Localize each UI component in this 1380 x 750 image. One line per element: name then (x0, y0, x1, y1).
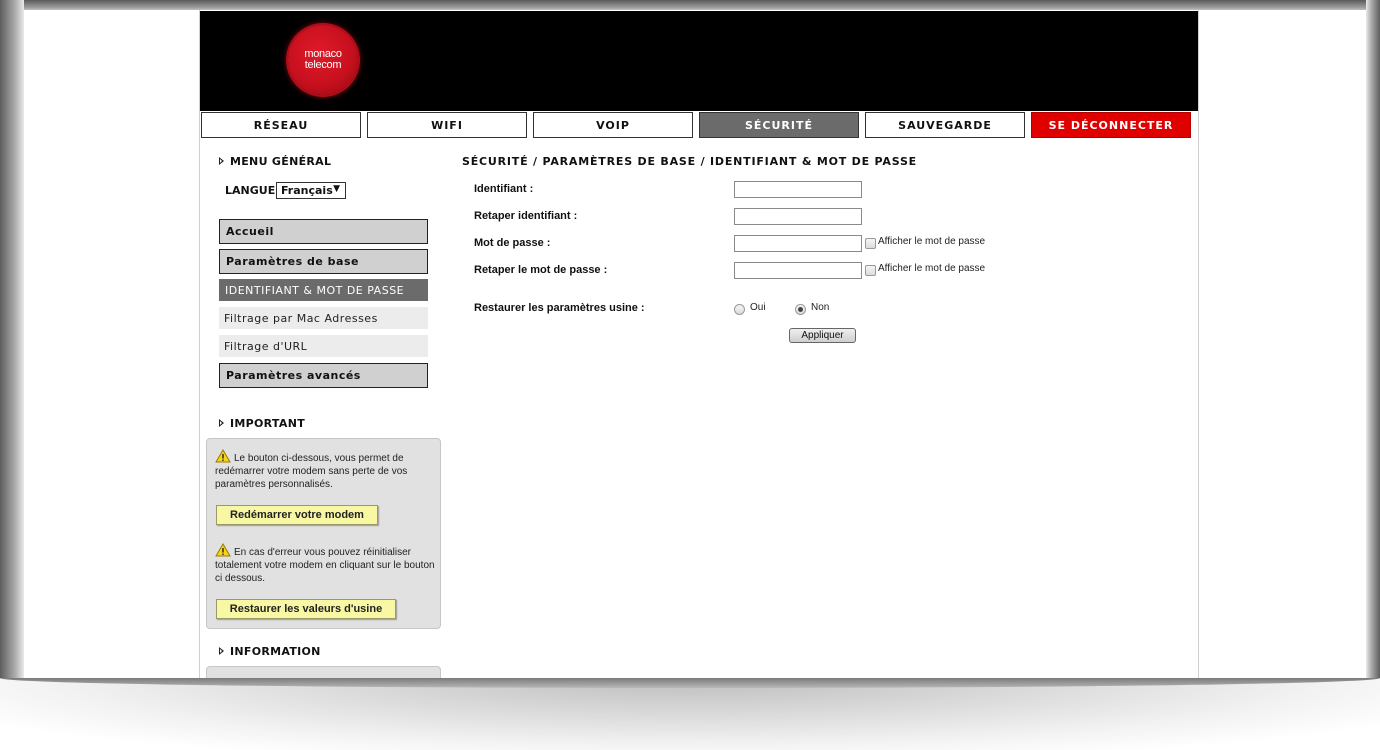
menu-general-heading: MENU GÉNÉRAL (219, 155, 331, 168)
identifiant-input[interactable] (734, 181, 862, 198)
retaper-password-input[interactable] (734, 262, 862, 279)
show-password-checkbox[interactable] (865, 238, 876, 249)
factory-info-text: En cas d'erreur vous pouvez réinitialise… (215, 547, 435, 584)
sidebar-item-parametres-avances[interactable]: Paramètres avancés (219, 363, 428, 388)
warning-icon (215, 449, 231, 463)
restart-info-text: Le bouton ci-dessous, vous permet de red… (215, 453, 408, 490)
sidebar-item-identifiant-mot-de-passe[interactable]: IDENTIFIANT & MOT DE PASSE (219, 279, 428, 301)
restart-info: Le bouton ci-dessous, vous permet de red… (215, 449, 435, 491)
logo-text-line2: telecom (304, 59, 342, 71)
router-admin-page: monaco telecom RÉSEAU WIFI VOIP SÉCURITÉ… (199, 10, 1199, 678)
language-select-value: Français (281, 184, 333, 197)
menu-general-title: MENU GÉNÉRAL (230, 155, 332, 168)
sidebar-item-filtrage-url[interactable]: Filtrage d'URL (219, 335, 428, 357)
nav-voip[interactable]: VOIP (533, 112, 693, 138)
header-banner: monaco telecom (200, 11, 1198, 111)
information-heading: INFORMATION (219, 645, 321, 658)
information-panel (206, 666, 441, 678)
factory-reset-button[interactable]: Restaurer les valeurs d'usine (216, 599, 396, 619)
triangle-right-icon (219, 647, 224, 655)
retaper-identifiant-input[interactable] (734, 208, 862, 225)
important-panel: Le bouton ci-dessous, vous permet de red… (206, 438, 441, 629)
important-heading: IMPORTANT (219, 417, 305, 430)
top-navigation: RÉSEAU WIFI VOIP SÉCURITÉ SAUVEGARDE SE … (200, 112, 1198, 138)
password-input[interactable] (734, 235, 862, 252)
language-label: LANGUE (225, 184, 276, 197)
identifiant-label: Identifiant : (474, 183, 534, 195)
nav-securite[interactable]: SÉCURITÉ (699, 112, 859, 138)
browser-viewport: monaco telecom RÉSEAU WIFI VOIP SÉCURITÉ… (24, 10, 1366, 678)
show-retaper-password-label: Afficher le mot de passe (878, 263, 986, 274)
page-title: SÉCURITÉ / PARAMÈTRES DE BASE / IDENTIFI… (462, 155, 917, 168)
information-title: INFORMATION (230, 645, 321, 658)
language-select[interactable]: Français ▼ (276, 182, 346, 199)
retaper-identifiant-label: Retaper identifiant : (474, 210, 578, 222)
nav-sauvegarde[interactable]: SAUVEGARDE (865, 112, 1025, 138)
warning-icon (215, 543, 231, 557)
factory-info: En cas d'erreur vous pouvez réinitialise… (215, 543, 435, 585)
show-password-label: Afficher le mot de passe (878, 236, 986, 247)
password-label: Mot de passe : (474, 237, 551, 249)
dropdown-arrow-icon: ▼ (333, 184, 340, 194)
restore-non-radio[interactable] (795, 304, 806, 315)
show-retaper-password-checkbox[interactable] (865, 265, 876, 276)
nav-reseau[interactable]: RÉSEAU (201, 112, 361, 138)
restore-non-label: Non (811, 302, 830, 313)
nav-wifi[interactable]: WIFI (367, 112, 527, 138)
sidebar-item-filtrage-mac[interactable]: Filtrage par Mac Adresses (219, 307, 428, 329)
restore-oui-label: Oui (750, 302, 766, 313)
restore-factory-label: Restaurer les paramètres usine : (474, 302, 645, 314)
frame-bottom-reflection (0, 678, 1380, 750)
nav-logout-button[interactable]: SE DÉCONNECTER (1031, 112, 1191, 138)
triangle-right-icon (219, 419, 224, 427)
monaco-telecom-logo: monaco telecom (288, 25, 358, 95)
triangle-right-icon (219, 157, 224, 165)
retaper-password-label: Retaper le mot de passe : (474, 264, 608, 276)
frame-left (0, 0, 24, 690)
sidebar-item-parametres-de-base[interactable]: Paramètres de base (219, 249, 428, 274)
important-title: IMPORTANT (230, 417, 306, 430)
restore-oui-radio[interactable] (734, 304, 745, 315)
sidebar-item-accueil[interactable]: Accueil (219, 219, 428, 244)
restart-modem-button[interactable]: Redémarrer votre modem (216, 505, 378, 525)
apply-button[interactable]: Appliquer (789, 328, 856, 343)
frame-right (1366, 0, 1380, 690)
